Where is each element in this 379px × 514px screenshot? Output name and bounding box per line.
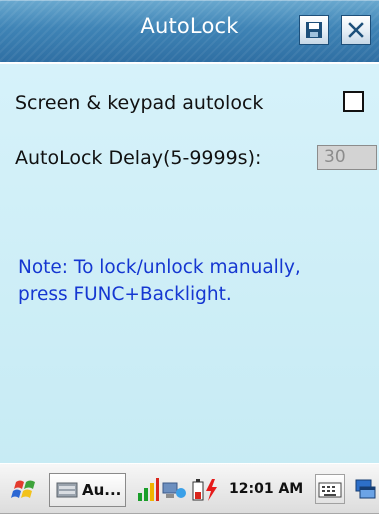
keyboard-app-icon xyxy=(56,482,78,498)
autolock-label: Screen & keypad autolock xyxy=(15,92,264,114)
close-button[interactable] xyxy=(341,15,371,45)
note-line-2: press FUNC+Backlight. xyxy=(18,284,232,305)
autolock-delay-label: AutoLock Delay(5-9999s): xyxy=(15,147,262,169)
task-button-autolock[interactable]: Au... xyxy=(49,473,126,507)
save-button[interactable] xyxy=(299,15,329,45)
title-bar: AutoLock xyxy=(0,0,379,62)
autolock-delay-input[interactable]: 30 xyxy=(317,145,377,170)
switch-windows-icon[interactable] xyxy=(353,477,377,503)
start-menu-icon[interactable] xyxy=(10,478,40,502)
save-icon xyxy=(306,22,322,38)
note-text: Note: To lock/unlock manually, press FUN… xyxy=(18,254,368,308)
connectivity-icon[interactable] xyxy=(161,477,187,503)
signal-strength-icon[interactable] xyxy=(136,477,160,503)
keyboard-icon xyxy=(318,482,342,498)
task-button-label: Au... xyxy=(82,481,122,499)
input-panel-button[interactable] xyxy=(315,474,345,504)
taskbar: Au... 12:01 AM xyxy=(0,463,379,514)
close-icon xyxy=(348,22,364,38)
autolock-checkbox[interactable] xyxy=(343,91,364,112)
battery-charging-icon[interactable] xyxy=(190,477,220,503)
clock[interactable]: 12:01 AM xyxy=(229,481,303,497)
note-line-1: Note: To lock/unlock manually, xyxy=(18,257,301,278)
